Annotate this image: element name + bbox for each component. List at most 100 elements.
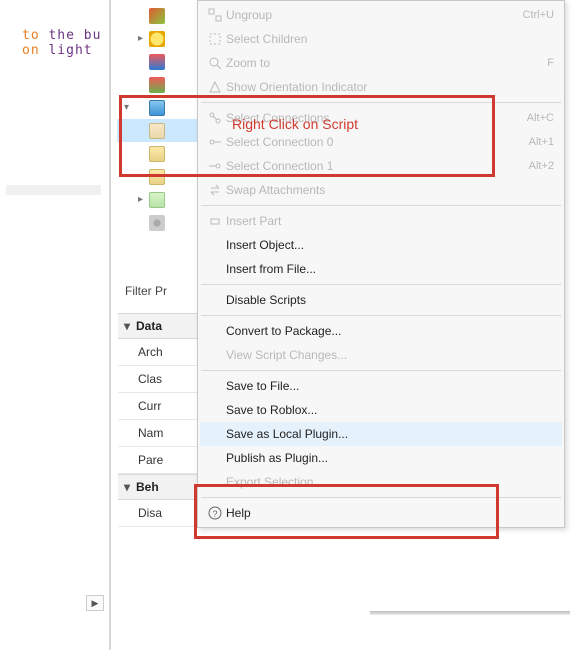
menu-separator <box>201 284 561 285</box>
menu-item-disable-scripts[interactable]: Disable Scripts <box>200 288 562 312</box>
tree-item-selected[interactable] <box>117 119 207 142</box>
script-icon <box>149 123 165 139</box>
chevron-right-icon[interactable]: ▸ <box>135 33 146 44</box>
connections-icon <box>204 110 226 126</box>
select-children-icon <box>204 31 226 47</box>
menu-separator <box>201 102 561 103</box>
filter-properties-input[interactable]: Filter Pr <box>125 284 167 298</box>
menu-label: Save as Local Plugin... <box>226 427 554 441</box>
menu-item-ungroup: Ungroup Ctrl+U <box>200 3 562 27</box>
folder-icon <box>149 192 165 208</box>
property-row[interactable]: Pare <box>118 447 208 474</box>
folder-icon <box>149 146 165 162</box>
blank-icon <box>204 402 226 418</box>
tree-item[interactable] <box>117 4 207 27</box>
property-section[interactable]: ▾Beh <box>118 474 208 500</box>
tree-item[interactable] <box>117 142 207 165</box>
svg-text:?: ? <box>212 509 217 519</box>
menu-item-insert-from-file[interactable]: Insert from File... <box>200 257 562 281</box>
context-menu: Ungroup Ctrl+U Select Children Zoom to F… <box>197 0 565 528</box>
menu-separator <box>201 205 561 206</box>
property-row[interactable]: Clas <box>118 366 208 393</box>
menu-label: View Script Changes... <box>226 348 554 362</box>
collapse-handle[interactable]: ▶ <box>86 595 104 611</box>
editor-grey-strip <box>6 185 101 195</box>
tree-item[interactable]: ▸ <box>117 27 207 50</box>
gear-icon <box>149 215 165 231</box>
menu-label: Save to File... <box>226 379 554 393</box>
box-icon <box>149 77 165 93</box>
properties-panel: ▾Data Arch Clas Curr Nam Pare ▾Beh Disa <box>118 313 208 527</box>
menu-label: Select Children <box>226 32 554 46</box>
menu-item-save-to-roblox[interactable]: Save to Roblox... <box>200 398 562 422</box>
menu-item-save-as-local-plugin[interactable]: Save as Local Plugin... <box>200 422 562 446</box>
tree-item[interactable]: ▾ <box>117 96 207 119</box>
blank-icon <box>204 450 226 466</box>
bulb-icon <box>149 31 165 47</box>
menu-item-view-script-changes: View Script Changes... <box>200 343 562 367</box>
tree-item[interactable] <box>117 165 207 188</box>
menu-item-export-selection: Export Selection... <box>200 470 562 494</box>
menu-label: Disable Scripts <box>226 293 554 307</box>
menu-item-select-connection-0: Select Connection 0 Alt+1 <box>200 130 562 154</box>
menu-item-select-connections: Select Connections Alt+C <box>200 106 562 130</box>
property-section[interactable]: ▾Data <box>118 313 208 339</box>
blank-icon <box>204 237 226 253</box>
code-editor-snippet: to the bu on light <box>22 28 101 58</box>
menu-label: Save to Roblox... <box>226 403 554 417</box>
people-icon <box>149 8 165 24</box>
blank-icon <box>204 347 226 363</box>
menu-label: Show Orientation Indicator <box>226 80 554 94</box>
property-row[interactable]: Curr <box>118 393 208 420</box>
ungroup-icon <box>204 7 226 23</box>
menu-label: Insert Part <box>226 214 554 228</box>
property-row[interactable]: Arch <box>118 339 208 366</box>
menu-shortcut: Alt+2 <box>521 160 554 172</box>
menu-item-publish-as-plugin[interactable]: Publish as Plugin... <box>200 446 562 470</box>
menu-label: Zoom to <box>226 56 539 70</box>
blank-icon <box>204 474 226 490</box>
menu-item-select-children: Select Children <box>200 27 562 51</box>
section-label: Data <box>136 319 162 333</box>
panel-divider <box>109 0 111 650</box>
blank-icon <box>204 261 226 277</box>
menu-label: Insert Object... <box>226 238 554 252</box>
menu-item-save-to-file[interactable]: Save to File... <box>200 374 562 398</box>
menu-item-zoom-to: Zoom to F <box>200 51 562 75</box>
blank-icon <box>204 426 226 442</box>
tree-item[interactable]: ▸ <box>117 188 207 211</box>
menu-item-select-connection-1: Select Connection 1 Alt+2 <box>200 154 562 178</box>
menu-label: Insert from File... <box>226 262 554 276</box>
insert-part-icon <box>204 213 226 229</box>
chevron-right-icon[interactable]: ▸ <box>135 194 146 205</box>
property-row[interactable]: Disa <box>118 500 208 527</box>
menu-label: Convert to Package... <box>226 324 554 338</box>
box-icon <box>149 54 165 70</box>
menu-label: Select Connections <box>226 111 519 125</box>
menu-label: Export Selection... <box>226 475 554 489</box>
zoom-icon <box>204 55 226 71</box>
menu-item-swap-attachments: Swap Attachments <box>200 178 562 202</box>
menu-label: Help <box>226 506 554 520</box>
section-label: Beh <box>136 480 159 494</box>
tree-item[interactable] <box>117 73 207 96</box>
folder-icon <box>149 169 165 185</box>
swap-icon <box>204 182 226 198</box>
menu-item-convert-to-package[interactable]: Convert to Package... <box>200 319 562 343</box>
menu-label: Publish as Plugin... <box>226 451 554 465</box>
tree-item[interactable] <box>117 211 207 234</box>
menu-item-help[interactable]: ? Help <box>200 501 562 525</box>
chevron-down-icon[interactable]: ▾ <box>121 102 132 113</box>
blank-icon <box>204 378 226 394</box>
menu-shortcut: Alt+1 <box>521 136 554 148</box>
connection0-icon <box>204 134 226 150</box>
explorer-tree: ▸ ▾ ▸ <box>117 4 207 234</box>
tree-item[interactable] <box>117 50 207 73</box>
property-row[interactable]: Nam <box>118 420 208 447</box>
menu-shortcut: F <box>539 57 554 69</box>
menu-separator <box>201 497 561 498</box>
menu-separator <box>201 315 561 316</box>
menu-item-show-orientation: Show Orientation Indicator <box>200 75 562 99</box>
menu-item-insert-object[interactable]: Insert Object... <box>200 233 562 257</box>
screen-icon <box>149 100 165 116</box>
